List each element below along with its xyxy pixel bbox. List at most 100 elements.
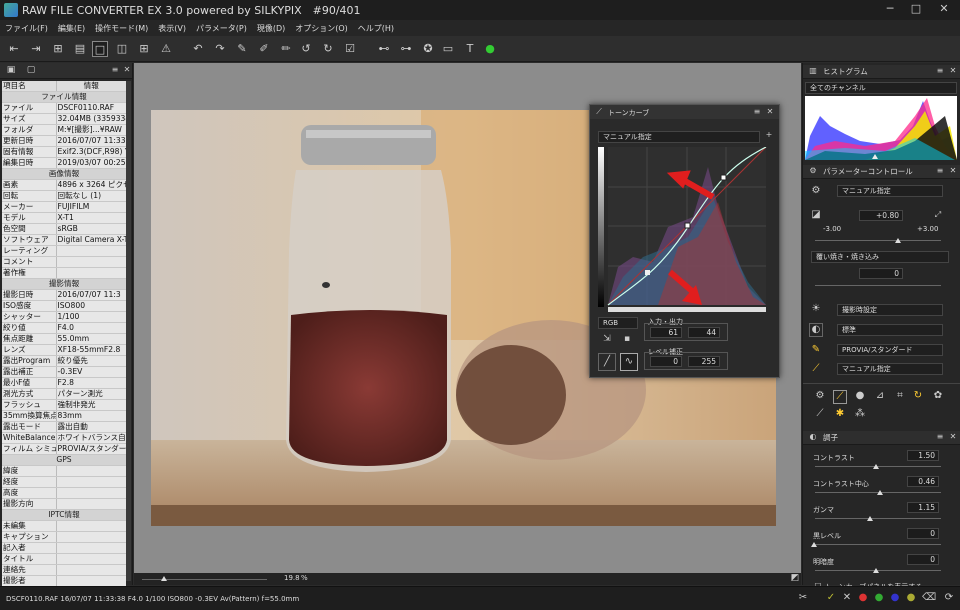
tone-slider-thumb[interactable] <box>873 464 879 469</box>
rotate-left-icon[interactable]: ↺ <box>298 41 314 57</box>
info-row[interactable]: 35mm換算焦点距離83mm <box>2 410 126 422</box>
add-preset-icon[interactable]: + <box>762 129 776 143</box>
tone-curve-graph[interactable] <box>598 147 770 312</box>
single-view-icon[interactable]: □ <box>92 41 108 57</box>
tone-panel-close-icon[interactable]: ✕ <box>946 431 960 445</box>
rotate-icon[interactable]: ↻ <box>911 390 925 404</box>
channel-select[interactable]: RGB <box>598 317 638 329</box>
point-icon[interactable]: ▪ <box>620 333 634 347</box>
stamp-icon[interactable]: ✪ <box>420 41 436 57</box>
info-row[interactable]: 連絡先 <box>2 564 126 576</box>
info-row[interactable]: 撮影方向 <box>2 498 126 510</box>
thumbnail-view-icon[interactable]: ▤ <box>72 41 88 57</box>
spot-icon[interactable]: ✱ <box>833 408 847 422</box>
develop-icon[interactable]: ⊷ <box>376 41 392 57</box>
info-row[interactable]: フラッシュ 強制非発光 <box>2 399 126 411</box>
exposure-slider-thumb[interactable] <box>895 238 901 243</box>
manual-dropdown[interactable]: マニュアル指定 <box>837 363 943 375</box>
exposure-icon[interactable]: ◪ <box>809 209 823 223</box>
info-row[interactable]: ISO感度 ISO800 <box>2 300 126 312</box>
info-row[interactable]: モデル X-T1 <box>2 212 126 224</box>
menu-develop[interactable]: 現像(D) <box>252 23 290 34</box>
red-label-icon[interactable]: ● <box>856 592 870 606</box>
redo-icon[interactable]: ↷ <box>212 41 228 57</box>
lens-icon[interactable]: ⌗ <box>893 390 907 404</box>
noise-icon[interactable]: ⊿ <box>873 390 887 404</box>
undo-icon[interactable]: ↶ <box>190 41 206 57</box>
menu-edit[interactable]: 編集(E) <box>53 23 90 34</box>
tone-slider-value[interactable]: 0 <box>907 554 939 565</box>
dodge-burn-dropdown[interactable]: 覆い焼き・焼き込み <box>811 251 949 263</box>
level-high-value[interactable]: 255 <box>688 356 720 367</box>
brush-icon[interactable]: ✐ <box>256 41 272 57</box>
dodge-burn-value[interactable]: 0 <box>859 268 903 279</box>
close-window-button[interactable]: ✕ <box>932 2 956 15</box>
menu-options[interactable]: オプション(O) <box>290 23 353 34</box>
param-close-icon[interactable]: ✕ <box>946 165 960 179</box>
scissor-icon[interactable]: ✂ <box>796 592 810 606</box>
exposure-slider-track[interactable] <box>815 240 941 241</box>
histogram-channel-dropdown[interactable]: 全てのチャンネル <box>805 82 957 94</box>
sharpness-icon[interactable]: ● <box>853 390 867 404</box>
pipette-icon[interactable]: ✎ <box>234 41 250 57</box>
info-row[interactable]: 更新日時 2016/07/07 11:33: <box>2 135 126 147</box>
info-row[interactable]: 露出Program 絞り優先 <box>2 355 126 367</box>
mark-icon[interactable]: ☑ <box>342 41 358 57</box>
info-row[interactable]: キャプション <box>2 531 126 543</box>
info-row[interactable]: 絞り値 F4.0 <box>2 322 126 334</box>
info-row[interactable]: 露出補正 -0.3EV <box>2 366 126 378</box>
dust-icon[interactable]: ⁂ <box>853 408 867 422</box>
info-row[interactable]: 記入者 <box>2 542 126 554</box>
info-row[interactable]: 経度 <box>2 476 126 488</box>
text-icon[interactable]: T <box>462 41 478 57</box>
warning-icon[interactable]: ⚠ <box>158 41 174 57</box>
info-row[interactable]: メーカー FUJIFILM <box>2 201 126 213</box>
tone-slider-value[interactable]: 0 <box>907 528 939 539</box>
param-menu-icon[interactable]: ≡ <box>933 165 947 179</box>
batch-develop-icon[interactable]: ⊶ <box>398 41 414 57</box>
film-icon[interactable]: ✎ <box>809 344 823 358</box>
folder-icon[interactable]: ▣ <box>4 64 18 78</box>
info-row[interactable]: レーティング <box>2 245 126 257</box>
menu-help[interactable]: ヘルプ(H) <box>353 23 399 34</box>
info-row[interactable]: 回転 回転なし (1) <box>2 190 126 202</box>
wb-icon[interactable]: ⚙ <box>813 390 827 404</box>
check-mark-icon[interactable]: ✓ <box>824 592 838 606</box>
color-icon[interactable]: ✿ <box>931 390 945 404</box>
fit-screen-icon[interactable]: ◩ <box>788 572 802 586</box>
info-row[interactable]: 固有情報 Exif2.3(DCF,R98) Y <box>2 146 126 158</box>
tone-slider-value[interactable]: 0.46 <box>907 476 939 487</box>
info-row[interactable]: 露出モード 露出自動 <box>2 421 126 433</box>
menu-parameter[interactable]: パラメータ(P) <box>191 23 252 34</box>
info-row[interactable]: 高度 <box>2 487 126 499</box>
spline-curve-icon[interactable]: ∿ <box>620 353 638 371</box>
tone-icon[interactable]: ◐ <box>809 323 823 337</box>
prev-image-icon[interactable]: ⇤ <box>6 41 22 57</box>
manual-icon[interactable]: ⟋ <box>809 363 823 377</box>
info-row[interactable]: ファイル DSCF0110.RAF <box>2 102 126 114</box>
info-row[interactable]: 未編集 <box>2 520 126 532</box>
comment-icon[interactable]: ▢ <box>24 64 38 78</box>
info-section-header[interactable]: 画像情報 <box>2 168 126 180</box>
auto-exposure-icon[interactable]: ⤢ <box>931 209 945 223</box>
tone-panel-menu-icon[interactable]: ≡ <box>933 431 947 445</box>
info-row[interactable]: WhiteBalance ホワイトバランス自動 <box>2 432 126 444</box>
info-row[interactable]: フォルダ M:¥[撮影]...¥RAW <box>2 124 126 136</box>
info-section-header[interactable]: ファイル情報 <box>2 91 126 103</box>
info-row[interactable]: 編集日時 2019/03/07 00:25: <box>2 157 126 169</box>
tone-dropdown[interactable]: 標準 <box>837 324 943 336</box>
tone-slider-track[interactable] <box>815 518 941 519</box>
scene-dropdown[interactable]: 撮影時設定 <box>837 304 943 316</box>
info-row[interactable]: 測光方式 パターン測光 <box>2 388 126 400</box>
info-row[interactable]: 画素4896 x 3264 ピクセル <box>2 179 126 191</box>
panel-close-icon[interactable]: ✕ <box>120 64 134 78</box>
next-image-icon[interactable]: ⇥ <box>28 41 44 57</box>
display-icon[interactable]: ▭ <box>440 41 456 57</box>
blue-label-icon[interactable]: ● <box>888 592 902 606</box>
gear-icon[interactable]: ⚙ <box>809 185 823 199</box>
zoom-slider-thumb[interactable] <box>161 576 167 581</box>
trash-icon[interactable]: ⌫ <box>922 592 936 606</box>
eyedropper-icon[interactable]: ⇲ <box>600 333 614 347</box>
tone-preset-dropdown[interactable]: マニュアル指定 <box>598 131 760 143</box>
tone-slider-thumb[interactable] <box>877 490 883 495</box>
